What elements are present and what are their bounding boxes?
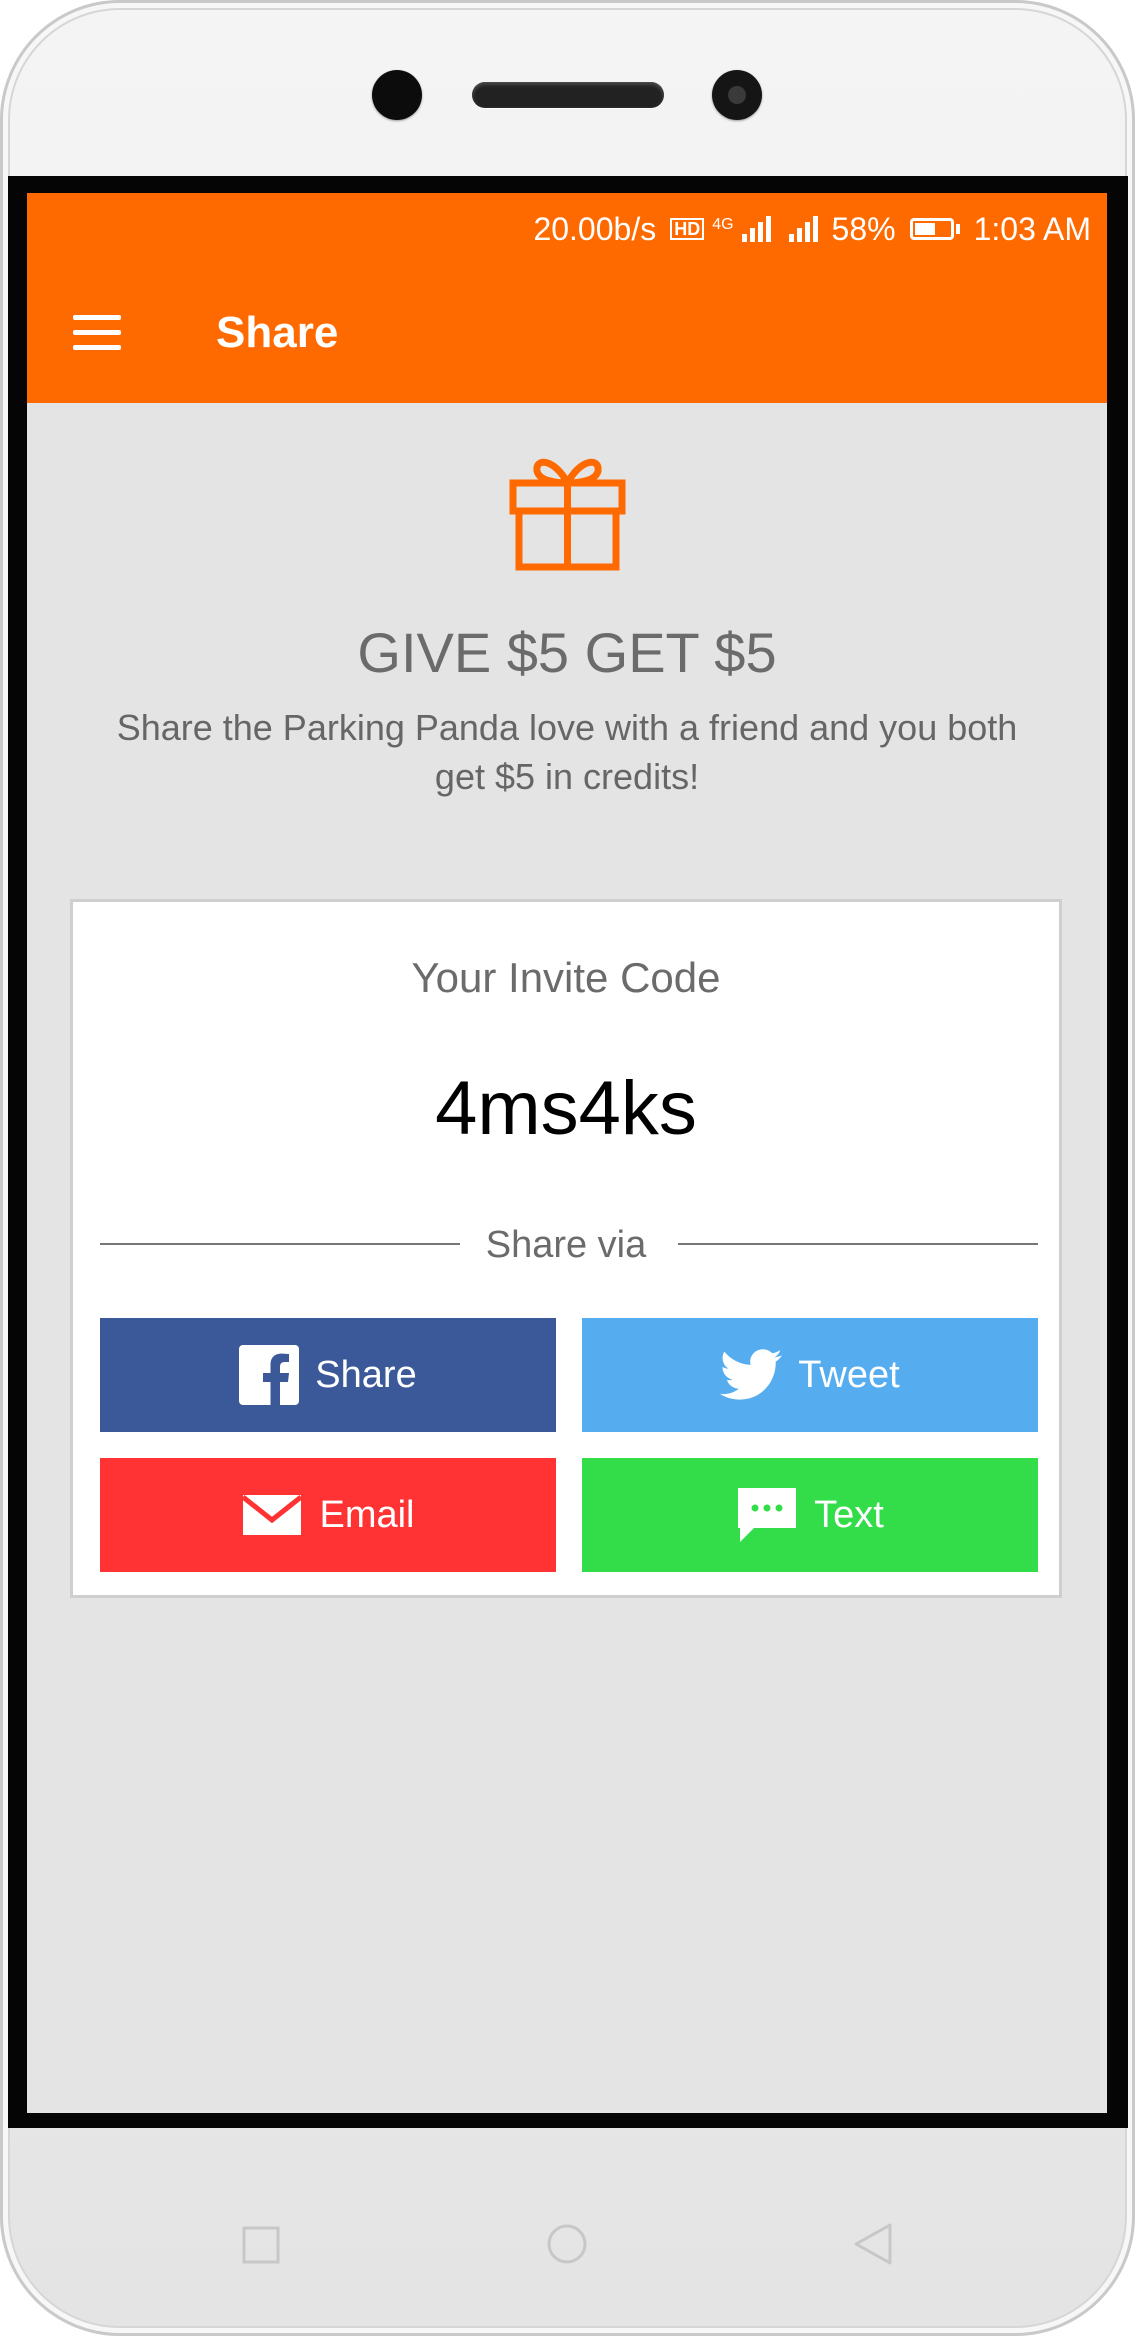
- signal-strength-2-icon: [788, 216, 818, 242]
- battery-icon: [909, 218, 960, 240]
- hd-voice-icon: HD: [670, 218, 705, 240]
- status-bar: 20.00b/s HD 4G 58% 1:03 AM: [533, 207, 1091, 251]
- promo-headline: GIVE $5 GET $5: [357, 621, 777, 684]
- top-bar: 20.00b/s HD 4G 58% 1:03 AM Share: [27, 193, 1107, 403]
- divider-right: [678, 1243, 1038, 1245]
- promo-description: Share the Parking Panda love with a frie…: [116, 707, 1018, 797]
- invite-card: Your Invite Code 4ms4ks Share via Share …: [70, 899, 1062, 1598]
- app-bar: Share: [27, 263, 1107, 403]
- signal-strength-icon: [741, 216, 771, 242]
- text-share-button[interactable]: Text: [582, 1458, 1038, 1572]
- gift-icon: [509, 458, 626, 571]
- square-recents-icon[interactable]: [242, 2226, 280, 2264]
- tweet-label: Tweet: [798, 1353, 900, 1396]
- hamburger-menu-icon[interactable]: [73, 305, 127, 359]
- share-via-label: Share via: [485, 1224, 647, 1266]
- signal-icons: HD 4G: [670, 216, 818, 242]
- proximity-sensor: [712, 70, 762, 120]
- tweet-button[interactable]: Tweet: [582, 1318, 1038, 1432]
- network-type: 4G: [712, 216, 734, 233]
- circle-home-icon[interactable]: [546, 2223, 588, 2265]
- twitter-bird-icon: [720, 1349, 783, 1400]
- invite-code[interactable]: 4ms4ks: [73, 1064, 1059, 1154]
- email-share-button[interactable]: Email: [100, 1458, 556, 1572]
- facebook-share-button[interactable]: Share: [100, 1318, 556, 1432]
- page-title: Share: [216, 308, 339, 357]
- facebook-icon: [239, 1345, 300, 1405]
- email-label: Email: [319, 1493, 415, 1536]
- clock: 1:03 AM: [973, 210, 1091, 247]
- envelope-icon: [241, 1495, 304, 1535]
- battery-level: [914, 223, 935, 235]
- battery-percent: 58%: [831, 210, 896, 247]
- earpiece-speaker: [472, 82, 664, 108]
- navigation-bar: [0, 2136, 1135, 2336]
- sms-bubble-icon: [738, 1488, 797, 1542]
- facebook-share-label: Share: [315, 1353, 417, 1396]
- network-speed: 20.00b/s: [533, 210, 657, 247]
- front-camera: [372, 70, 422, 120]
- phone-frame: 20.00b/s HD 4G 58% 1:03 AM Share GIVE $5…: [0, 0, 1135, 2336]
- text-label: Text: [814, 1493, 884, 1536]
- invite-code-label: Your Invite Code: [411, 954, 721, 1001]
- screen: 20.00b/s HD 4G 58% 1:03 AM Share GIVE $5…: [27, 193, 1107, 2113]
- triangle-back-icon[interactable]: [852, 2222, 894, 2266]
